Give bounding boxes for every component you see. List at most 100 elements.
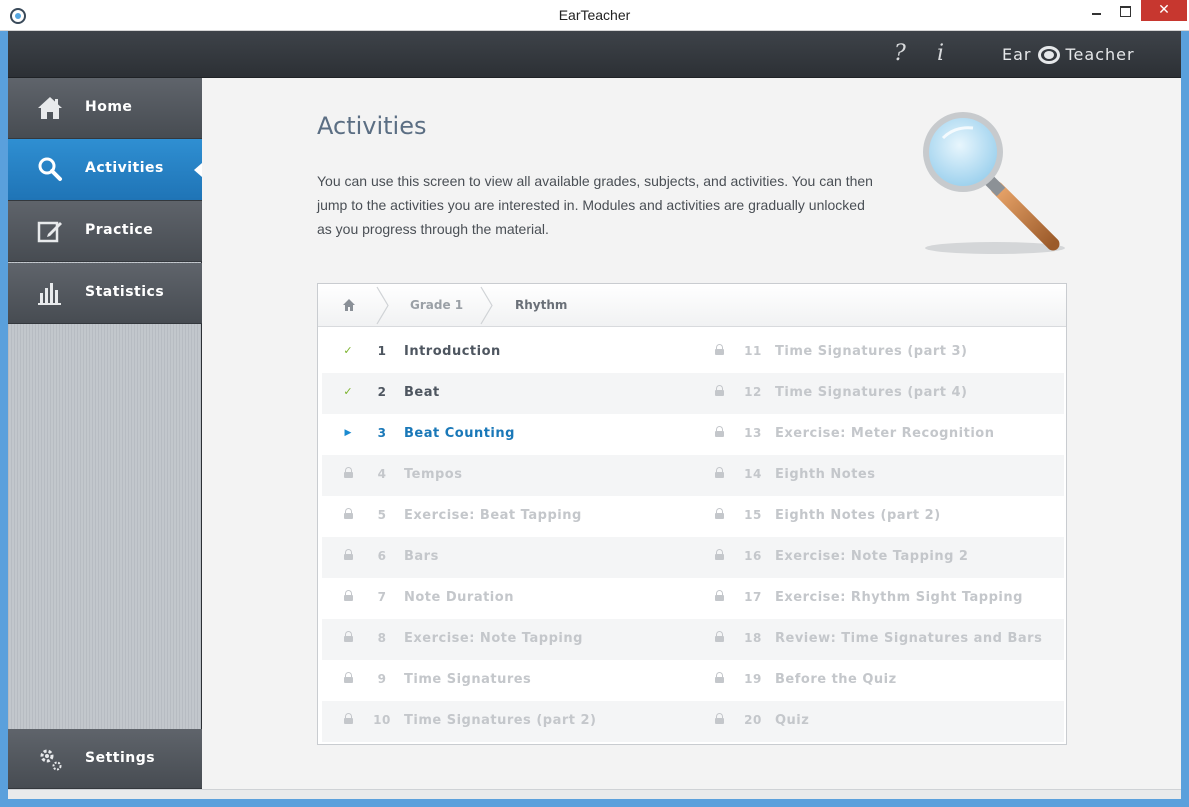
logo-text-teacher: Teacher bbox=[1065, 45, 1135, 64]
activity-item[interactable]: 9 Time Signatures bbox=[322, 660, 682, 701]
activity-item[interactable]: 11 Time Signatures (part 3) bbox=[693, 332, 1064, 373]
activity-item[interactable]: 8 Exercise: Note Tapping bbox=[322, 619, 682, 660]
activity-label: Quiz bbox=[775, 713, 810, 728]
activity-item[interactable]: 6 Bars bbox=[322, 537, 682, 578]
activity-item[interactable]: 15 Eighth Notes (part 2) bbox=[693, 496, 1064, 537]
activity-number: 1 bbox=[377, 344, 387, 358]
activity-item[interactable]: 12 Time Signatures (part 4) bbox=[693, 373, 1064, 414]
lock-icon bbox=[342, 467, 354, 481]
lock-icon bbox=[713, 385, 725, 399]
activity-label: Exercise: Note Tapping bbox=[404, 631, 583, 646]
intro-text: You can use this screen to view all avai… bbox=[317, 173, 873, 237]
activity-row: ▶ 3 Beat Counting 13 Exercise: Meter Recogni… bbox=[322, 414, 1064, 455]
status-bar bbox=[8, 789, 1181, 799]
activity-label: Bars bbox=[404, 549, 439, 564]
activity-item[interactable]: 5 Exercise: Beat Tapping bbox=[322, 496, 682, 537]
activity-item[interactable]: 19 Before the Quiz bbox=[693, 660, 1064, 701]
page-title: Activities bbox=[317, 112, 427, 140]
search-icon bbox=[38, 157, 62, 181]
minimize-button[interactable] bbox=[1082, 0, 1112, 21]
main-content: Activities You can use this screen to vi… bbox=[202, 78, 1181, 789]
sidebar-item-statistics[interactable]: Statistics bbox=[8, 263, 202, 324]
gear-icon bbox=[40, 749, 62, 771]
lock-icon bbox=[342, 549, 354, 563]
activity-item[interactable]: ✓ 1 Introduction bbox=[322, 332, 682, 373]
activity-number: 15 bbox=[744, 508, 762, 522]
lock-icon bbox=[713, 508, 725, 522]
lock-icon bbox=[342, 713, 354, 727]
help-icon[interactable]: ? bbox=[894, 41, 906, 66]
breadcrumb-separator bbox=[480, 286, 493, 325]
activity-item[interactable]: 18 Review: Time Signatures and Bars bbox=[693, 619, 1064, 660]
activity-item[interactable]: 10 Time Signatures (part 2) bbox=[322, 701, 682, 742]
active-indicator bbox=[194, 163, 202, 177]
lock-icon bbox=[713, 426, 725, 440]
sidebar: Home Activities Practice Statistics Sett… bbox=[8, 78, 202, 789]
bar-chart-icon bbox=[38, 283, 61, 305]
edit-icon bbox=[37, 221, 62, 243]
activity-item[interactable]: 16 Exercise: Note Tapping 2 bbox=[693, 537, 1064, 578]
sidebar-item-practice[interactable]: Practice bbox=[8, 201, 202, 262]
home-icon[interactable] bbox=[342, 298, 356, 312]
activity-label: Time Signatures (part 2) bbox=[404, 713, 597, 728]
activity-number: 11 bbox=[744, 344, 762, 358]
activity-label: Time Signatures (part 4) bbox=[775, 385, 968, 400]
home-icon bbox=[38, 97, 62, 119]
activity-row: 6 Bars 16 Exercise: Note Tapping 2 bbox=[322, 537, 1064, 578]
activity-label: Exercise: Rhythm Sight Tapping bbox=[775, 590, 1023, 605]
activity-number: 5 bbox=[377, 508, 387, 522]
activity-number: 14 bbox=[744, 467, 762, 481]
activity-label: Exercise: Meter Recognition bbox=[775, 426, 995, 441]
activity-item[interactable]: 13 Exercise: Meter Recognition bbox=[693, 414, 1064, 455]
activity-label: Beat Counting bbox=[404, 426, 515, 441]
breadcrumb-grade[interactable]: Grade 1 bbox=[410, 298, 463, 312]
activity-item[interactable]: 7 Note Duration bbox=[322, 578, 682, 619]
sidebar-item-label: Practice bbox=[85, 222, 154, 238]
activity-number: 9 bbox=[377, 672, 387, 686]
activity-row: ✓ 1 Introduction 11 Time Signatures (part 3) bbox=[322, 332, 1064, 373]
sidebar-item-label: Activities bbox=[85, 160, 164, 176]
title-bar: EarTeacher ✕ bbox=[0, 0, 1189, 31]
breadcrumb-subject[interactable]: Rhythm bbox=[515, 298, 567, 312]
activity-number: 17 bbox=[744, 590, 762, 604]
activity-row: 9 Time Signatures 19 Before the Quiz bbox=[322, 660, 1064, 701]
activity-label: Eighth Notes bbox=[775, 467, 876, 482]
activity-number: 6 bbox=[377, 549, 387, 563]
window-title: EarTeacher bbox=[558, 7, 631, 23]
activity-row: 10 Time Signatures (part 2) 20 Quiz bbox=[322, 701, 1064, 742]
sidebar-item-settings[interactable]: Settings bbox=[8, 729, 202, 789]
breadcrumb-separator bbox=[376, 286, 389, 325]
sidebar-item-label: Statistics bbox=[85, 284, 165, 300]
activity-number: 3 bbox=[377, 426, 387, 440]
activity-row: ✓ 2 Beat 12 Time Signatures (part 4) bbox=[322, 373, 1064, 414]
activity-row: 4 Tempos 14 Eighth Notes bbox=[322, 455, 1064, 496]
sidebar-item-activities[interactable]: Activities bbox=[8, 139, 202, 201]
activity-number: 10 bbox=[373, 713, 391, 727]
activity-item[interactable]: 14 Eighth Notes bbox=[693, 455, 1064, 496]
activity-label: Note Duration bbox=[404, 590, 514, 605]
sidebar-item-home[interactable]: Home bbox=[8, 78, 202, 139]
activity-item[interactable]: ▶ 3 Beat Counting bbox=[322, 414, 682, 455]
activity-label: Time Signatures (part 3) bbox=[775, 344, 968, 359]
maximize-button[interactable] bbox=[1112, 0, 1138, 21]
activity-item[interactable]: 17 Exercise: Rhythm Sight Tapping bbox=[693, 578, 1064, 619]
activity-label: Before the Quiz bbox=[775, 672, 897, 687]
activity-number: 2 bbox=[377, 385, 387, 399]
activity-item[interactable]: 4 Tempos bbox=[322, 455, 682, 496]
app-logo: Ear Teacher bbox=[1002, 45, 1135, 64]
activity-label: Exercise: Note Tapping 2 bbox=[775, 549, 969, 564]
activity-item[interactable]: 20 Quiz bbox=[693, 701, 1064, 742]
activity-label: Review: Time Signatures and Bars bbox=[775, 631, 1043, 646]
close-button[interactable]: ✕ bbox=[1141, 0, 1187, 21]
activity-item[interactable]: ✓ 2 Beat bbox=[322, 373, 682, 414]
activity-label: Time Signatures bbox=[404, 672, 532, 687]
activity-number: 7 bbox=[377, 590, 387, 604]
checkmark-icon: ✓ bbox=[343, 344, 353, 357]
activity-number: 19 bbox=[744, 672, 762, 686]
info-icon[interactable]: i bbox=[937, 41, 944, 66]
activity-number: 18 bbox=[744, 631, 762, 645]
lock-icon bbox=[713, 344, 725, 358]
activity-number: 13 bbox=[744, 426, 762, 440]
lock-icon bbox=[713, 713, 725, 727]
checkmark-icon: ✓ bbox=[343, 385, 353, 398]
